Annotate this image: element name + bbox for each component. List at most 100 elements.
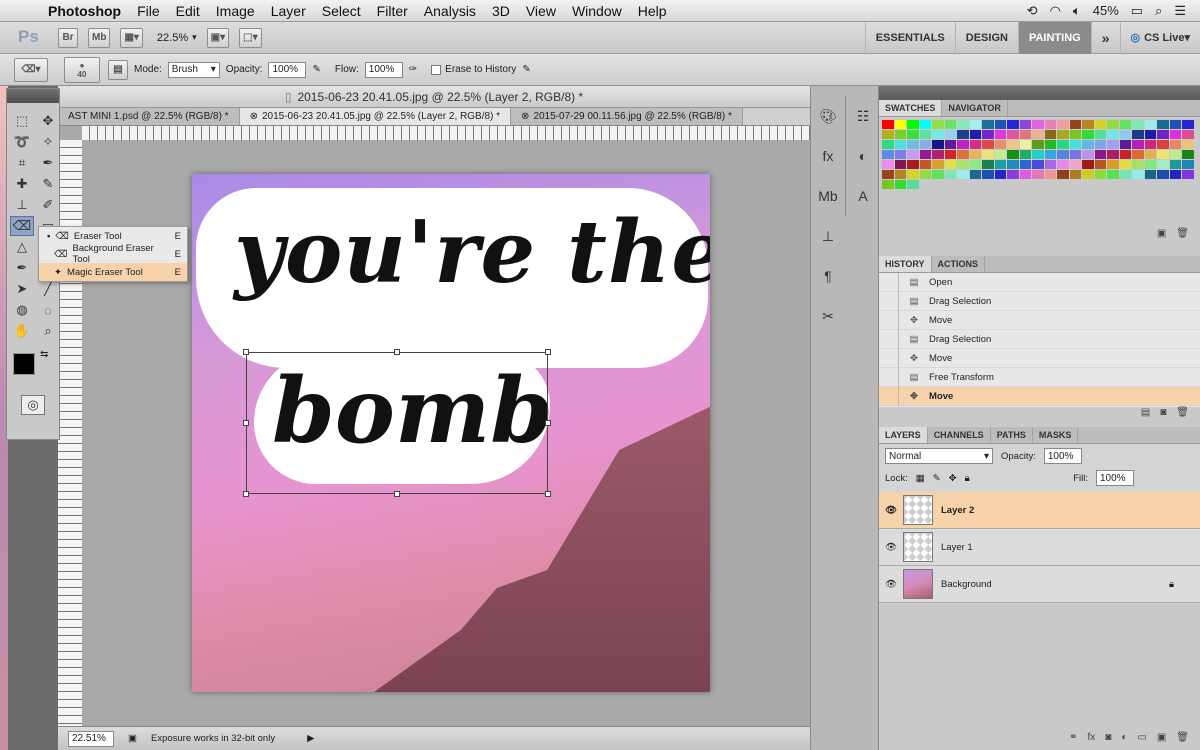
masks-panel-icon[interactable]: ◐ <box>846 136 880 176</box>
color-swatch[interactable] <box>1032 120 1044 129</box>
color-swatch[interactable] <box>1094 170 1106 179</box>
airbrush-icon[interactable]: ✑ <box>409 64 417 75</box>
status-zoom-input[interactable]: 22.51% <box>68 730 114 747</box>
color-swatch[interactable] <box>994 130 1006 139</box>
color-swatch[interactable] <box>1019 150 1031 159</box>
panel-group-header[interactable] <box>879 86 1200 100</box>
color-swatch[interactable] <box>1057 180 1069 189</box>
brush-tool-icon[interactable]: ✎ <box>36 174 60 194</box>
3d-orbit-tool-icon[interactable]: ◌ <box>36 300 60 320</box>
history-brush-source[interactable] <box>879 272 899 292</box>
menu-image[interactable]: Image <box>208 3 263 19</box>
history-item[interactable]: ✥ Move <box>879 348 1200 368</box>
color-swatch[interactable] <box>1132 130 1144 139</box>
eraser-tool-icon[interactable]: ⌫ <box>10 216 34 236</box>
color-swatch[interactable] <box>1107 120 1119 129</box>
history-brush-source[interactable] <box>879 386 899 406</box>
workspace-painting[interactable]: PAINTING <box>1017 21 1091 54</box>
color-swatch[interactable] <box>1032 140 1044 149</box>
color-swatch[interactable] <box>907 130 919 139</box>
color-swatch[interactable] <box>1119 150 1131 159</box>
new-swatch-icon[interactable]: ▣ <box>1157 228 1166 242</box>
link-layers-icon[interactable]: ⚭ <box>1069 732 1077 746</box>
color-swatch[interactable] <box>1007 170 1019 179</box>
color-swatch[interactable] <box>1007 140 1019 149</box>
color-swatch[interactable] <box>1082 160 1094 169</box>
color-swatch[interactable] <box>1144 160 1156 169</box>
color-swatch[interactable] <box>1169 120 1181 129</box>
tab-layers[interactable]: LAYERS <box>879 427 928 443</box>
quick-selection-tool-icon[interactable]: ✧ <box>36 132 60 152</box>
color-swatch[interactable] <box>1082 170 1094 179</box>
color-swatch[interactable] <box>969 150 981 159</box>
color-swatch[interactable] <box>994 160 1006 169</box>
color-swatch[interactable] <box>907 170 919 179</box>
tablet-pressure-opacity-icon[interactable]: ✎ <box>312 64 320 75</box>
quick-mask-icon[interactable]: ◎ <box>21 395 45 415</box>
history-brush-source[interactable] <box>879 291 899 311</box>
color-swatch[interactable] <box>994 170 1006 179</box>
add-mask-icon[interactable]: ◙ <box>1105 732 1111 746</box>
color-swatch[interactable] <box>919 140 931 149</box>
swatch-grid[interactable] <box>879 117 1194 192</box>
color-swatch[interactable] <box>1032 170 1044 179</box>
status-menu-arrow-icon[interactable]: ▶ <box>307 733 314 744</box>
menu-help[interactable]: Help <box>630 3 675 19</box>
marquee-tool-icon[interactable]: ⬚ <box>10 111 34 131</box>
battery-icon[interactable]: ▭ <box>1131 3 1143 19</box>
screen-mode-button[interactable]: ⬚▾ <box>239 27 262 48</box>
menu-analysis[interactable]: Analysis <box>416 3 484 19</box>
color-swatch[interactable] <box>1132 180 1144 189</box>
tool-presets-panel-icon[interactable]: ✂ <box>811 296 845 336</box>
mini-bridge-panel-icon[interactable]: Mb <box>811 176 845 216</box>
lasso-tool-icon[interactable]: ➰ <box>10 132 34 152</box>
color-panel-icon[interactable]: 🎨︎ <box>811 96 845 136</box>
view-extras-button[interactable]: ▦▾ <box>120 27 143 48</box>
menu-layer[interactable]: Layer <box>263 3 314 19</box>
color-swatch[interactable] <box>919 150 931 159</box>
clone-source-panel-icon[interactable]: ⊥ <box>811 216 845 256</box>
color-swatch[interactable] <box>1032 150 1044 159</box>
tab-2015-06-23[interactable]: ⊗ 2015-06-23 20.41.05.jpg @ 22.5% (Layer … <box>239 108 512 125</box>
color-swatch[interactable] <box>1169 140 1181 149</box>
color-swatch[interactable] <box>957 170 969 179</box>
color-swatch[interactable] <box>1182 130 1194 139</box>
swap-colors-icon[interactable]: ⇆ <box>40 349 48 360</box>
transform-handle[interactable] <box>243 491 249 497</box>
color-swatch[interactable] <box>944 160 956 169</box>
menu-window[interactable]: Window <box>564 3 630 19</box>
color-swatch[interactable] <box>1132 150 1144 159</box>
tool-preset-picker[interactable]: ⌫▾ <box>14 57 48 82</box>
color-swatch[interactable] <box>1119 160 1131 169</box>
color-swatch[interactable] <box>882 160 894 169</box>
color-swatch[interactable] <box>1107 150 1119 159</box>
tab-ast-mini[interactable]: AST MINI 1.psd @ 22.5% (RGB/8) * <box>58 108 240 125</box>
color-swatch[interactable] <box>957 130 969 139</box>
color-swatch[interactable] <box>1094 120 1106 129</box>
color-swatch[interactable] <box>970 180 982 189</box>
color-swatch[interactable] <box>894 130 906 139</box>
volume-icon[interactable]: 🔈︎ <box>1073 3 1081 19</box>
color-swatch[interactable] <box>994 150 1006 159</box>
flyout-magic-eraser-tool[interactable]: ✦ Magic Eraser Tool E <box>39 263 187 281</box>
color-swatch[interactable] <box>1007 180 1019 189</box>
clone-stamp-tool-icon[interactable]: ⊥ <box>10 195 34 215</box>
color-swatch[interactable] <box>994 140 1006 149</box>
color-swatch[interactable] <box>1132 170 1144 179</box>
color-swatch[interactable] <box>1182 150 1194 159</box>
color-swatch[interactable] <box>882 170 894 179</box>
transform-handle[interactable] <box>545 349 551 355</box>
color-swatch[interactable] <box>1144 140 1156 149</box>
adjustment-layer-icon[interactable]: ◐ <box>1121 732 1127 746</box>
color-swatch[interactable] <box>1069 140 1081 149</box>
color-swatch[interactable] <box>982 180 994 189</box>
color-swatch[interactable] <box>969 130 981 139</box>
color-swatch[interactable] <box>1145 180 1157 189</box>
tab-2015-07-29[interactable]: ⊗ 2015-07-29 00.11.56.jpg @ 22.5% (RGB/8)… <box>511 108 743 125</box>
history-brush-source[interactable] <box>879 367 899 387</box>
color-swatch[interactable] <box>1044 120 1056 129</box>
color-swatch[interactable] <box>932 180 944 189</box>
blend-mode-select[interactable]: Normal ▾ <box>885 448 993 464</box>
color-swatch[interactable] <box>1157 130 1169 139</box>
color-swatch[interactable] <box>1044 160 1056 169</box>
